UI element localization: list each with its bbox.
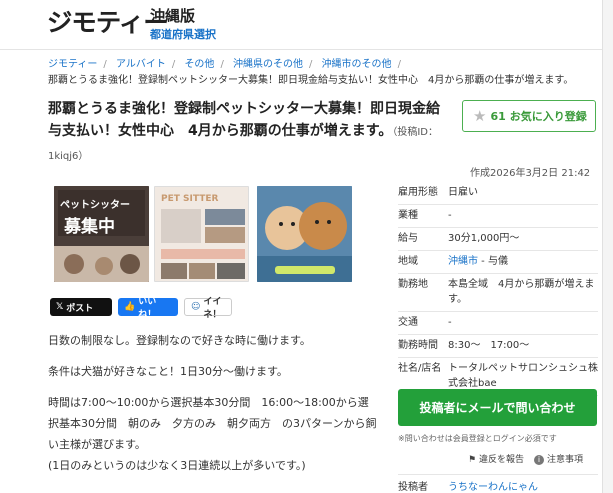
hatena-icon: ☺	[191, 302, 201, 312]
svg-text:ペットシッター: ペットシッター	[60, 199, 130, 211]
area-link[interactable]: 沖縄市	[448, 256, 478, 267]
svg-text:PET SITTER: PET SITTER	[161, 194, 218, 204]
contact-by-email-button[interactable]: 投稿者にメールで問い合わせ	[398, 389, 597, 426]
breadcrumb-other[interactable]: その他	[184, 59, 214, 70]
x-post-label: ポスト	[66, 303, 94, 314]
post-image-1[interactable]: ペットシッター 募集中	[54, 186, 149, 282]
hatena-like-label: イイネ！	[203, 297, 222, 320]
page-title: 那覇とうるま強化！登録制ペットシッター大募集！即日現金給与支払い！女性中心 4月…	[48, 98, 453, 168]
poster-label: 投稿者	[398, 482, 428, 493]
hatena-like-button[interactable]: ☺ イイネ！	[184, 297, 232, 320]
breadcrumb-okinawa-other[interactable]: 沖縄県のその他	[233, 59, 303, 70]
poster-name-link[interactable]: うちなーわんにゃん	[448, 478, 538, 493]
thumbs-up-icon: 👍	[124, 302, 136, 312]
contact-note: ※問い合わせは会員登録とログイン必須です	[398, 434, 557, 443]
region-name: 沖縄版	[150, 7, 196, 25]
body-paragraph: 条件は犬猫が好きなこと！1日30分〜働けます。	[48, 365, 288, 378]
body-paragraph: 日数の制限なし。登録制なので好きな時に働けます。	[48, 334, 311, 347]
detail-row: 地域 沖縄市 - 与儀	[398, 251, 598, 274]
facebook-like-button[interactable]: 👍 いいね！	[118, 297, 178, 320]
detail-row: 給与 30分1,000円〜	[398, 228, 598, 251]
body-paragraph: (1日のみというのは少なく3日連続以上が多いです。)	[48, 459, 306, 472]
breadcrumb: ジモティー / アルバイト / その他 / 沖縄県のその他 / 沖縄市のその他 /	[48, 59, 401, 70]
created-date: 作成2026年3月2日 21:42	[470, 168, 591, 179]
detail-row: 業種 -	[398, 205, 598, 228]
poster-row: 投稿者 うちなーわんにゃん	[398, 474, 598, 493]
favorite-label: お気に入り登録	[509, 110, 587, 123]
pet-sitter-collage-image: PET SITTER	[155, 187, 248, 281]
site-header: ジモティー 沖縄版 都道府県選択	[0, 0, 613, 50]
detail-row: 勤務地 本島全域 4月から那覇が増えます。	[398, 274, 598, 312]
post-body: 日数の制限なし。登録制なので好きな時に働けます。 条件は犬猫が好きなこと！1日3…	[48, 330, 378, 476]
pet-sitter-flyer-image: ペットシッター 募集中	[54, 186, 149, 282]
x-logo-icon: 𝕏	[56, 302, 64, 312]
scrollbar[interactable]	[602, 0, 613, 493]
detail-row: 勤務時間 8:30〜 17:00〜	[398, 335, 598, 358]
info-icon: i	[533, 455, 544, 465]
report-violation-link[interactable]: ⚑ 違反を報告	[468, 452, 524, 465]
breadcrumb-current: 那覇とうるま強化！登録制ペットシッター大募集！即日現金給与支払い！女性中心 4月…	[48, 75, 574, 86]
favorite-button[interactable]: ★ 61 お気に入り登録	[462, 100, 596, 132]
svg-text:募集中: 募集中	[63, 216, 115, 237]
post-image-3[interactable]	[257, 186, 352, 282]
report-links: ⚑ 違反を報告 i 注意事項	[468, 452, 583, 465]
detail-row: 交通 -	[398, 312, 598, 335]
favorite-count: 61	[490, 109, 506, 123]
breadcrumb-part-time[interactable]: アルバイト	[116, 59, 166, 70]
facebook-like-label: いいね！	[138, 297, 157, 320]
breadcrumb-okinawa-city-other[interactable]: 沖縄市のその他	[322, 59, 392, 70]
star-icon: ★	[473, 106, 487, 125]
flag-icon: ⚑	[468, 455, 477, 465]
job-detail-table: 雇用形態 日雇い 業種 - 給与 30分1,000円〜 地域 沖縄市 - 与儀 勤務地本…	[398, 182, 598, 396]
title-text: 那覇とうるま強化！登録制ペットシッター大募集！即日現金給与支払い！女性中心 4月…	[48, 101, 440, 139]
prefecture-select-link[interactable]: 都道府県選択	[150, 28, 216, 42]
detail-row: 雇用形態 日雇い	[398, 182, 598, 205]
caution-link[interactable]: i 注意事項	[533, 452, 583, 465]
puppy-kitten-image	[257, 186, 352, 282]
breadcrumb-home[interactable]: ジモティー	[48, 59, 97, 70]
post-image-2[interactable]: PET SITTER	[154, 186, 249, 282]
x-post-button[interactable]: 𝕏 ポスト	[50, 298, 112, 316]
body-paragraph: 時間は7:00〜10:00から選択基本30分間 16:00〜18:00から選択基…	[48, 396, 377, 451]
